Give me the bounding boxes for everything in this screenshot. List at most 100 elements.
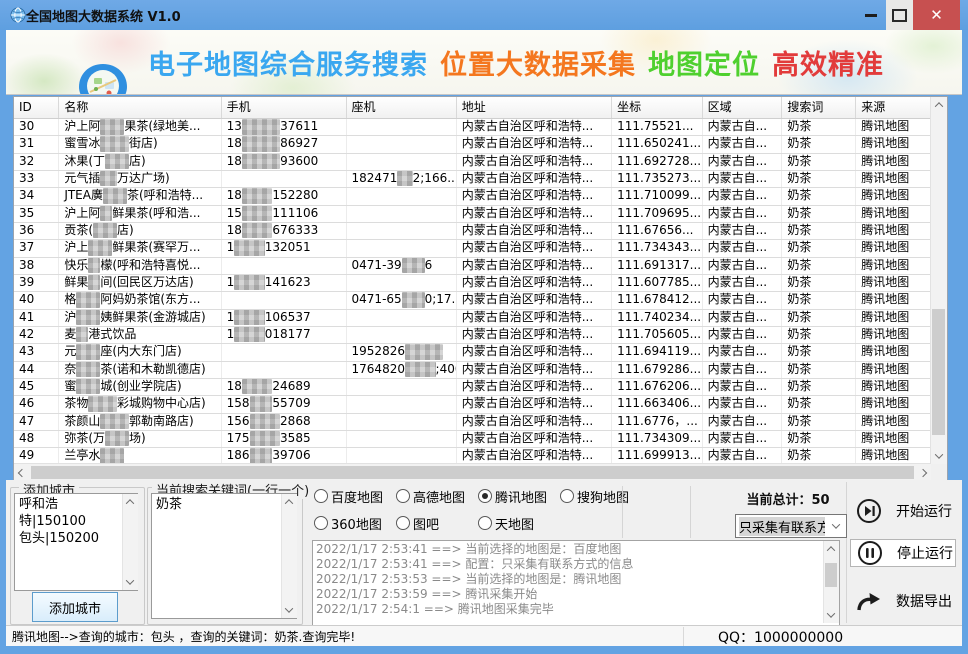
mosaic-redaction: 果捞: [100, 448, 124, 464]
scroll-right-button[interactable]: [915, 464, 931, 481]
start-run-button[interactable]: 开始运行: [856, 494, 958, 528]
keyword-scrollbar[interactable]: [281, 494, 297, 618]
scroll-up-button[interactable]: [123, 496, 137, 508]
vertical-scrollbar[interactable]: [930, 97, 947, 464]
table-row[interactable]: 30沪上阿姨鲜果茶(绿地美...138472537611内蒙古自治区呼和浩特..…: [14, 119, 931, 136]
scroll-down-button[interactable]: [931, 448, 947, 464]
table-row[interactable]: 49兰亭水果捞18672039706内蒙古自治区呼和浩特...111.69991…: [14, 448, 931, 464]
title-bar[interactable]: 全国地图大数据系统 V1.0 ✕: [0, 0, 968, 30]
visible-text: 182471: [352, 171, 398, 187]
visible-text: 格: [64, 292, 76, 308]
minimize-button[interactable]: [856, 0, 886, 30]
map-radio-天地图[interactable]: 天地图: [478, 515, 560, 531]
log-scrollbar[interactable]: [823, 541, 839, 623]
column-header[interactable]: 名称: [59, 97, 221, 118]
table-row[interactable]: 40格日勒阿妈奶茶馆(东方...0471-650890;17...内蒙古自治区呼…: [14, 292, 931, 309]
column-header[interactable]: 座机: [347, 97, 457, 118]
table-row[interactable]: 33元气插座(万达广场)182471882;166...内蒙古自治区呼和浩特..…: [14, 171, 931, 188]
cell-coord: 111.67656...: [612, 223, 703, 239]
close-button[interactable]: ✕: [913, 0, 960, 30]
visible-text: 果茶(绿地美...: [124, 119, 200, 135]
table-row[interactable]: 35沪上阿姨鲜果茶(呼和浩...150492111106内蒙古自治区呼和浩特..…: [14, 206, 931, 223]
table-row[interactable]: 32沐果(丁香园店)184726593600内蒙古自治区呼和浩特...111.6…: [14, 154, 931, 171]
cell-landline: [347, 188, 457, 204]
mosaic-redaction: (锡林: [100, 414, 129, 430]
map-radio-腾讯地图[interactable]: 腾讯地图: [478, 488, 560, 504]
cell-source: 腾讯地图: [856, 327, 931, 343]
column-header[interactable]: 地址: [457, 97, 612, 118]
column-header[interactable]: 坐标: [612, 97, 703, 118]
table-row[interactable]: 36贡茶(新华店)188693676333内蒙古自治区呼和浩特...111.67…: [14, 223, 931, 240]
column-header[interactable]: ID: [14, 97, 59, 118]
cell-source: 腾讯地图: [856, 431, 931, 447]
city-list-input[interactable]: 呼和浩特|150100 包头|150200: [14, 493, 138, 591]
column-header[interactable]: 搜索词: [782, 97, 856, 118]
cell-coord: 111.735273...: [612, 171, 703, 187]
city-list-scrollbar[interactable]: [122, 494, 138, 590]
visible-text: 港式饮品: [88, 327, 136, 343]
log-line: 2022/1/17 2:53:53 ==> 当前选择的地图是：腾讯地图: [313, 572, 839, 587]
slogan-search: 电子地图综合服务搜索: [148, 43, 428, 82]
map-radio-图吧[interactable]: 图吧: [396, 515, 478, 531]
scroll-up-button[interactable]: [931, 97, 947, 113]
visible-text: 蜜: [64, 379, 76, 395]
table-row[interactable]: 38快乐柠檬(呼和浩特喜悦...0471-391586内蒙古自治区呼和浩特...…: [14, 258, 931, 275]
table-row[interactable]: 47茶颜山(锡林郭勒南路店)15647862868内蒙古自治区呼和浩特...11…: [14, 414, 931, 431]
log-box[interactable]: 2022/1/17 2:53:41 ==> 当前选择的地图是：百度地图2022/…: [312, 540, 840, 626]
cell-keyword: 奶茶: [782, 136, 856, 152]
log-scroll-thumb[interactable]: [825, 563, 837, 587]
table-row[interactable]: 39鲜果时间(回民区万达店)18624141623内蒙古自治区呼和浩特...11…: [14, 275, 931, 292]
visible-text: 郭勒南路店): [129, 414, 194, 430]
mosaic-redaction: 47265: [242, 154, 280, 170]
stop-run-button[interactable]: 停止运行: [850, 539, 956, 567]
cell-landline: [347, 431, 457, 447]
horizontal-scroll-thumb[interactable]: [31, 466, 914, 479]
cell-name: JTEA廣式奶茶(呼和浩特...: [59, 188, 221, 204]
scroll-up-button[interactable]: [824, 543, 838, 555]
mosaic-redaction: 88: [397, 171, 412, 187]
map-radio-搜狗地图[interactable]: 搜狗地图: [560, 488, 642, 504]
add-city-button[interactable]: 添加城市: [32, 592, 118, 622]
play-circle-icon: [856, 498, 882, 524]
table-row[interactable]: 37沪上阿姨鲜果茶(赛罕万...15624132051内蒙古自治区呼和浩特...…: [14, 240, 931, 257]
column-header[interactable]: 区域: [703, 97, 783, 118]
app-window: { "window": { "title": "全国地图大数据系统 V1.0",…: [0, 0, 968, 654]
cell-name: 弥茶(万达广场): [59, 431, 221, 447]
table-row[interactable]: 46茶物语(七彩城购物中心店)15848255709内蒙古自治区呼和浩特...1…: [14, 396, 931, 413]
table-row[interactable]: 48弥茶(万达广场)17549033585内蒙古自治区呼和浩特...111.73…: [14, 431, 931, 448]
table-row[interactable]: 42麦吉港式饮品17720018177内蒙古自治区呼和浩特...111.7056…: [14, 327, 931, 344]
map-radio-高德地图[interactable]: 高德地图: [396, 488, 478, 504]
table-row[interactable]: 44奈雪的茶(诺和木勒凯德店)17648205763;400...内蒙古自治区呼…: [14, 362, 931, 379]
scroll-down-button[interactable]: [123, 576, 137, 588]
mosaic-redaction: 57361: [242, 136, 280, 152]
table-row[interactable]: 43元气插座(内大东门店)195282610012内蒙古自治区呼和浩特...11…: [14, 344, 931, 361]
scroll-left-button[interactable]: [14, 464, 30, 481]
table-row[interactable]: 45蜜雪冰城(创业学院店)18601224689内蒙古自治区呼和浩特...111…: [14, 379, 931, 396]
scroll-down-button[interactable]: [282, 604, 296, 616]
scroll-up-button[interactable]: [282, 496, 296, 508]
horizontal-scrollbar[interactable]: [14, 463, 931, 481]
mosaic-redaction: 日勒: [76, 292, 100, 308]
visible-text: 店): [129, 154, 146, 170]
table-header[interactable]: ID名称手机座机地址坐标区域搜索词来源: [14, 97, 931, 119]
separator: [690, 486, 691, 538]
map-radio-360地图[interactable]: 360地图: [314, 515, 396, 531]
table-row[interactable]: 34JTEA廣式奶茶(呼和浩特...189481152280内蒙古自治区呼和浩特…: [14, 188, 931, 205]
collect-filter-select[interactable]: 只采集有联系方: [735, 514, 847, 538]
export-data-button[interactable]: 数据导出: [856, 584, 958, 618]
table-row[interactable]: 31蜜雪冰城(新街店)185736186927内蒙古自治区呼和浩特...111.…: [14, 136, 931, 153]
map-radio-百度地图[interactable]: 百度地图: [314, 488, 396, 504]
column-header[interactable]: 手机: [222, 97, 347, 118]
cell-id: 48: [14, 431, 59, 447]
keyword-input[interactable]: 奶茶: [151, 493, 297, 619]
visible-text: 沐果(丁: [64, 154, 105, 170]
maximize-button[interactable]: [886, 0, 913, 30]
vertical-scroll-thumb[interactable]: [932, 309, 945, 435]
table-row[interactable]: 41沪上阿姨鲜果茶(金游城店)13812106537内蒙古自治区呼和浩特...1…: [14, 310, 931, 327]
cell-keyword: 奶茶: [782, 223, 856, 239]
chevron-down-icon: [828, 518, 844, 534]
column-header[interactable]: 来源: [856, 97, 931, 118]
mosaic-redaction: 9481: [242, 188, 273, 204]
visible-text: 156: [227, 414, 250, 430]
scroll-down-button[interactable]: [824, 609, 838, 621]
